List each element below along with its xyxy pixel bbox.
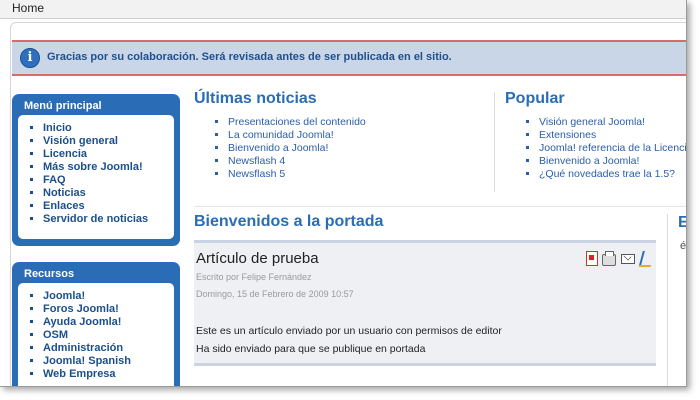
latest-news-item[interactable]: La comunidad Joomla! — [228, 129, 366, 142]
resource-item-web-empresa[interactable]: Web Empresa — [43, 368, 174, 381]
menu-item-mas-sobre-joomla[interactable]: Más sobre Joomla! — [43, 161, 174, 174]
menu-item-licencia[interactable]: Licencia — [43, 148, 174, 161]
resource-item-administracion[interactable]: Administración — [43, 342, 174, 355]
edit-icon[interactable] — [639, 251, 654, 265]
article-item: Artículo de prueba Escrito por Felipe Fe… — [194, 240, 656, 366]
resources-title: Recursos — [24, 268, 75, 280]
menu-item-inicio[interactable]: Inicio — [43, 122, 174, 135]
main-menu-list: Inicio Visión general Licencia Más sobre… — [18, 115, 174, 226]
article-author: Escrito por Felipe Fernández — [196, 272, 312, 282]
pdf-icon[interactable] — [586, 251, 598, 266]
frontpage-title: Bienvenidos a la portada — [194, 213, 384, 230]
resource-item-ayuda[interactable]: Ayuda Joomla! — [43, 316, 174, 329]
latest-news-item[interactable]: Presentaciones del contenido — [228, 116, 366, 129]
breadcrumb-bar: Home — [0, 0, 686, 19]
system-message-text: Gracias por su colaboración. Será revisa… — [47, 51, 452, 63]
resource-item-foros[interactable]: Foros Joomla! — [43, 303, 174, 316]
menu-item-noticias[interactable]: Noticias — [43, 187, 174, 200]
column-divider — [494, 92, 495, 192]
print-icon[interactable] — [602, 251, 616, 266]
article-title[interactable]: Artículo de prueba — [196, 250, 319, 267]
menu-item-vision-general[interactable]: Visión general — [43, 135, 174, 148]
menu-item-faq[interactable]: FAQ — [43, 174, 174, 187]
article-paragraph: Este es un artículo enviado por un usuar… — [196, 325, 502, 337]
info-icon: i — [20, 48, 40, 68]
resource-item-joomla-spanish[interactable]: Joomla! Spanish — [43, 355, 174, 368]
main-menu-module: Menú principal Inicio Visión general Lic… — [12, 94, 180, 246]
section-divider — [194, 206, 686, 207]
popular-title: Popular — [505, 90, 565, 107]
popular-item[interactable]: Extensiones — [539, 129, 686, 142]
popular-item[interactable]: Joomla! referencia de la Licencia — [539, 142, 686, 155]
popular-item[interactable]: Visión general Joomla! — [539, 116, 686, 129]
menu-item-servidor-noticias[interactable]: Servidor de noticias — [43, 213, 174, 226]
browser-window: Home i Gracias por su colaboración. Será… — [0, 0, 687, 387]
main-menu-body: Inicio Visión general Licencia Más sobre… — [18, 115, 174, 239]
email-icon[interactable] — [621, 254, 635, 264]
popular-list: Visión general Joomla! Extensiones Jooml… — [505, 116, 686, 181]
latest-news-title: Últimas noticias — [194, 90, 317, 107]
frontpage-column-divider — [667, 214, 668, 386]
article-tools — [586, 251, 656, 267]
main-menu-title: Menú principal — [24, 100, 102, 112]
right-column-text: é — [680, 240, 687, 252]
latest-news-item[interactable]: Bienvenido a Joomla! — [228, 142, 366, 155]
resources-module: Recursos Joomla! Foros Joomla! Ayuda Joo… — [12, 262, 180, 386]
right-column-heading: E — [678, 214, 686, 232]
resources-list: Joomla! Foros Joomla! Ayuda Joomla! OSM … — [18, 283, 174, 381]
popular-item[interactable]: ¿Qué novedades trae la 1.5? — [539, 168, 686, 181]
article-paragraph: Ha sido enviado para que se publique en … — [196, 343, 426, 355]
menu-item-enlaces[interactable]: Enlaces — [43, 200, 174, 213]
latest-news-item[interactable]: Newsflash 4 — [228, 155, 366, 168]
system-message: i Gracias por su colaboración. Será revi… — [12, 40, 686, 76]
resource-item-joomla[interactable]: Joomla! — [43, 290, 174, 303]
latest-news-list: Presentaciones del contenido La comunida… — [194, 116, 366, 181]
home-link[interactable]: Home — [12, 1, 44, 15]
latest-news-item[interactable]: Newsflash 5 — [228, 168, 366, 181]
popular-item[interactable]: Bienvenido a Joomla! — [539, 155, 686, 168]
resources-body: Joomla! Foros Joomla! Ayuda Joomla! OSM … — [18, 283, 174, 386]
resource-item-osm[interactable]: OSM — [43, 329, 174, 342]
article-date: Domingo, 15 de Febrero de 2009 10:57 — [196, 289, 354, 299]
